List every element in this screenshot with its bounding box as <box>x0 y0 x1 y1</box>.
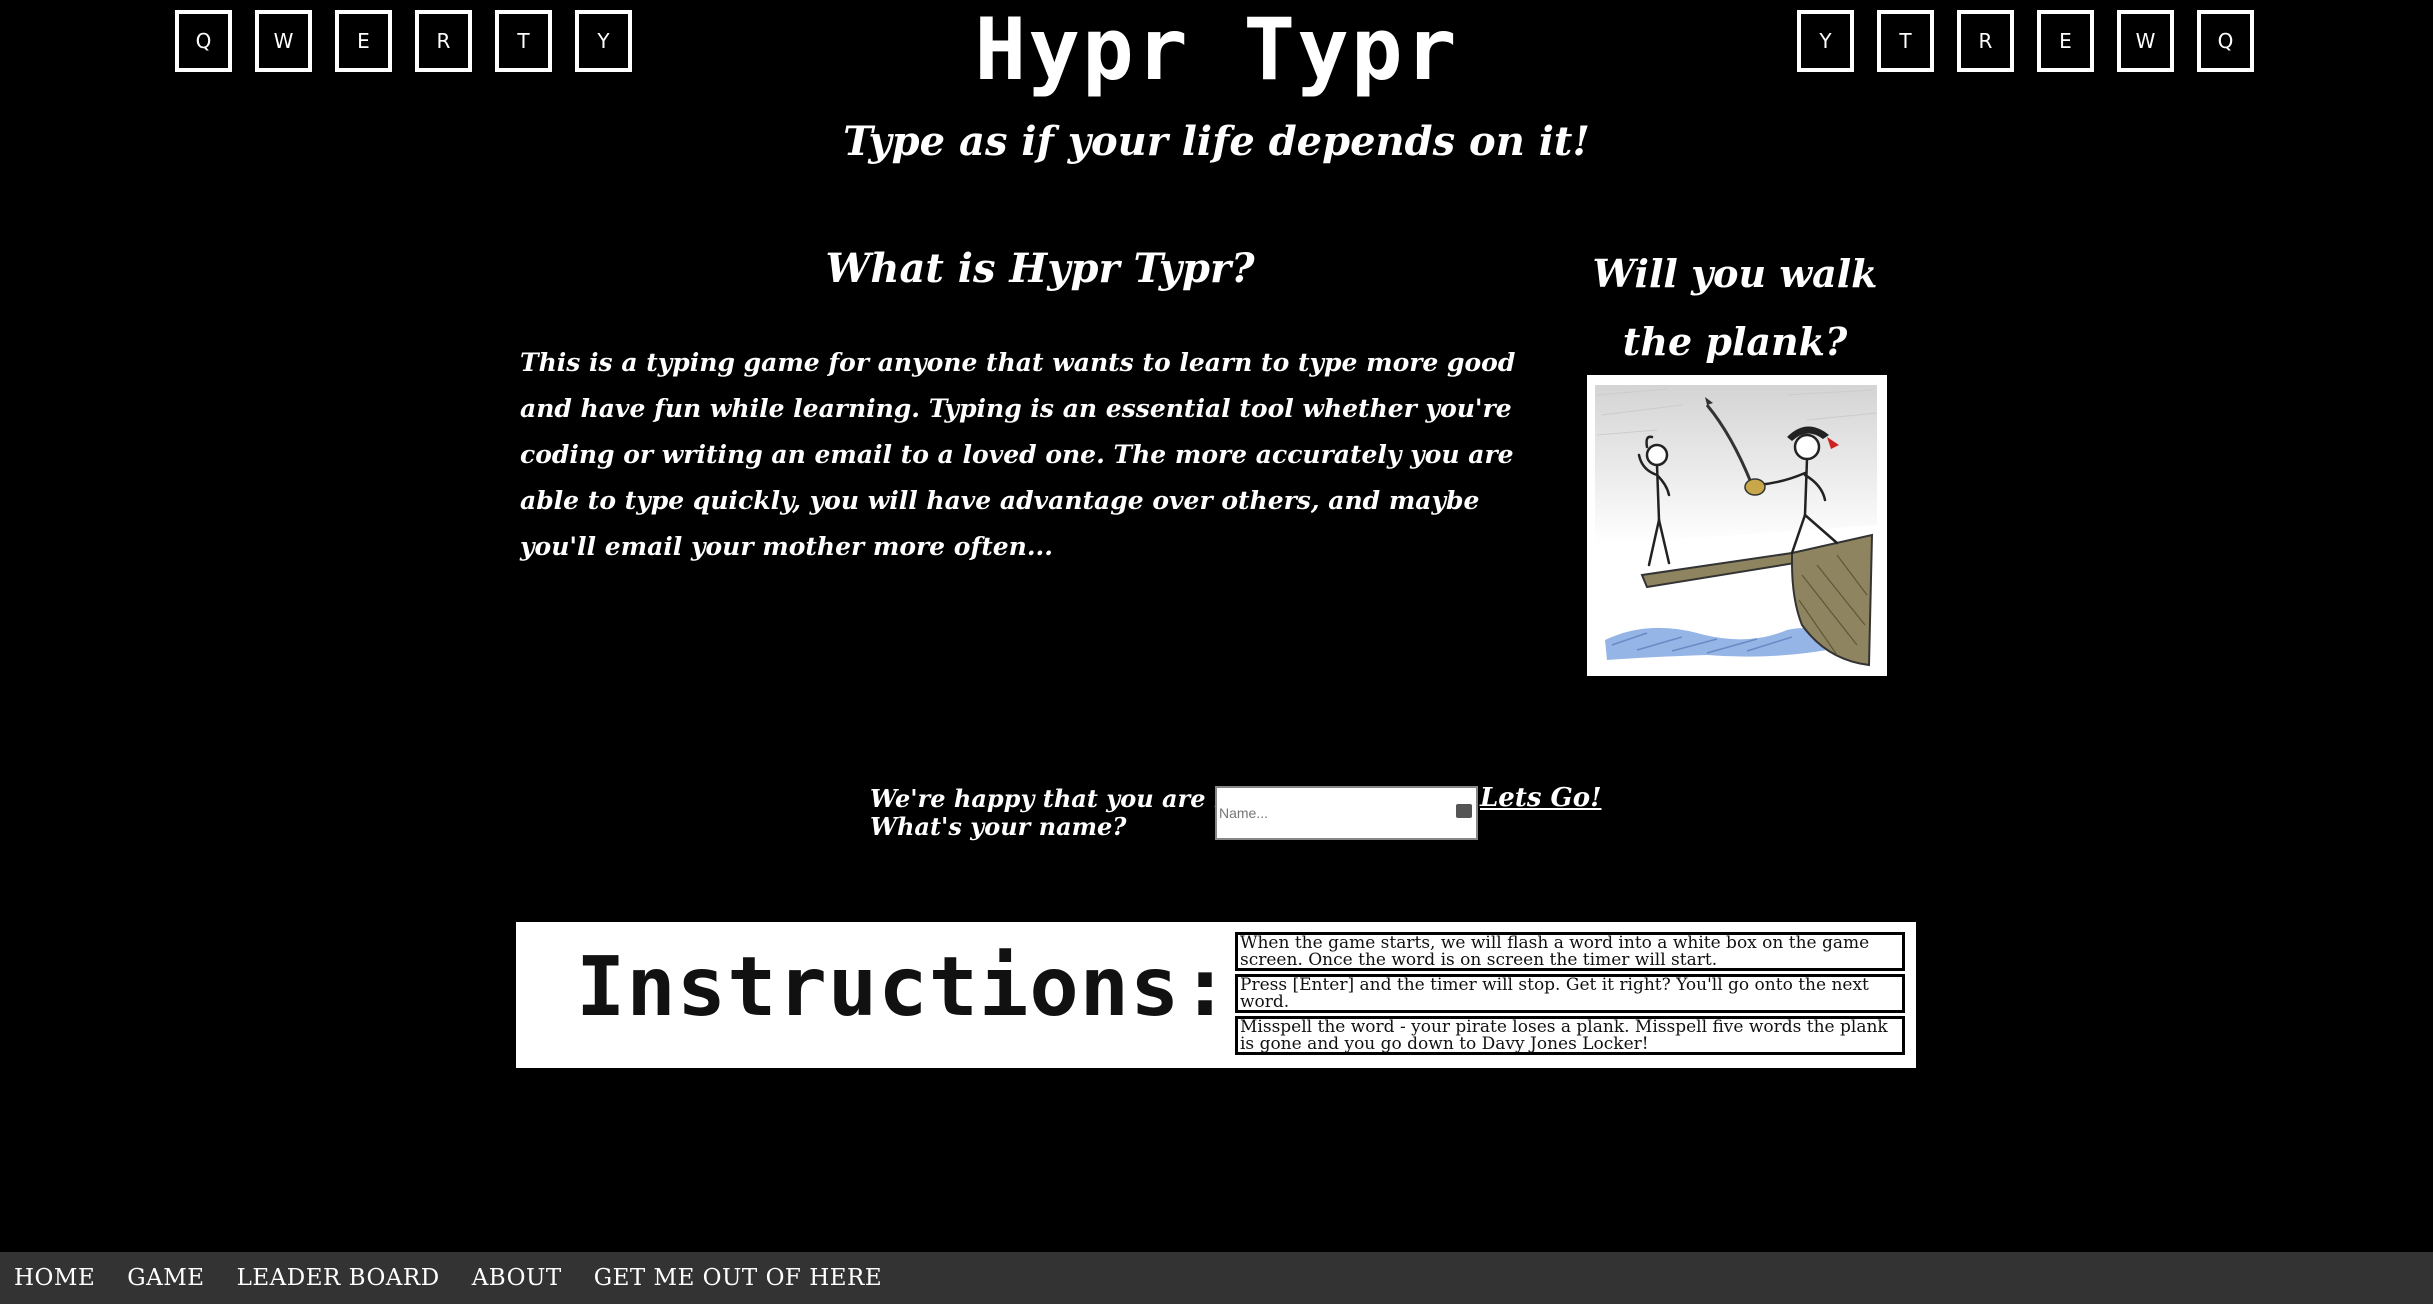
tagline: Type as if your life depends on it! <box>843 118 1590 165</box>
instruction-item-1: When the game starts, we will flash a wo… <box>1235 932 1905 971</box>
site-title-text: Hypr Typr <box>974 0 1459 100</box>
about-text: This is a typing game for anyone that wa… <box>520 348 1516 561</box>
instruction-item-3: Misspell the word - your pirate loses a … <box>1235 1016 1905 1055</box>
key-w: W <box>2117 10 2174 72</box>
key-r: R <box>1957 10 2014 72</box>
nav-home[interactable]: HOME <box>14 1265 95 1291</box>
instruction-item-2: Press [Enter] and the timer will stop. G… <box>1235 974 1905 1013</box>
nav-game[interactable]: GAME <box>127 1265 204 1291</box>
key-e: E <box>2037 10 2094 72</box>
pirate-plank-drawing <box>1587 375 1887 676</box>
key-q: Q <box>2197 10 2254 72</box>
lets-go-link[interactable]: Lets Go! <box>1480 783 1601 813</box>
key-y: Y <box>1797 10 1854 72</box>
nav-exit[interactable]: GET ME OUT OF HERE <box>594 1265 882 1291</box>
instruction-list: When the game starts, we will flash a wo… <box>1235 932 1905 1058</box>
instructions-title: Instructions: <box>576 940 1231 1035</box>
pirate-plank-illustration <box>1587 375 1887 676</box>
instructions-panel: Instructions: When the game starts, we w… <box>516 922 1916 1068</box>
nav-leader-board[interactable]: LEADER BOARD <box>237 1265 440 1291</box>
keys-right: Y T R E W Q <box>1797 10 2254 72</box>
plank-heading: Will you walk the plank? <box>1592 251 1878 364</box>
nav-about[interactable]: ABOUT <box>472 1265 562 1291</box>
name-input[interactable] <box>1215 786 1478 840</box>
key-t: T <box>1877 10 1934 72</box>
footer-nav: HOME GAME LEADER BOARD ABOUT GET ME OUT … <box>0 1252 2433 1304</box>
about-heading: What is Hypr Typr? <box>825 245 1255 292</box>
password-manager-icon[interactable] <box>1456 804 1472 818</box>
